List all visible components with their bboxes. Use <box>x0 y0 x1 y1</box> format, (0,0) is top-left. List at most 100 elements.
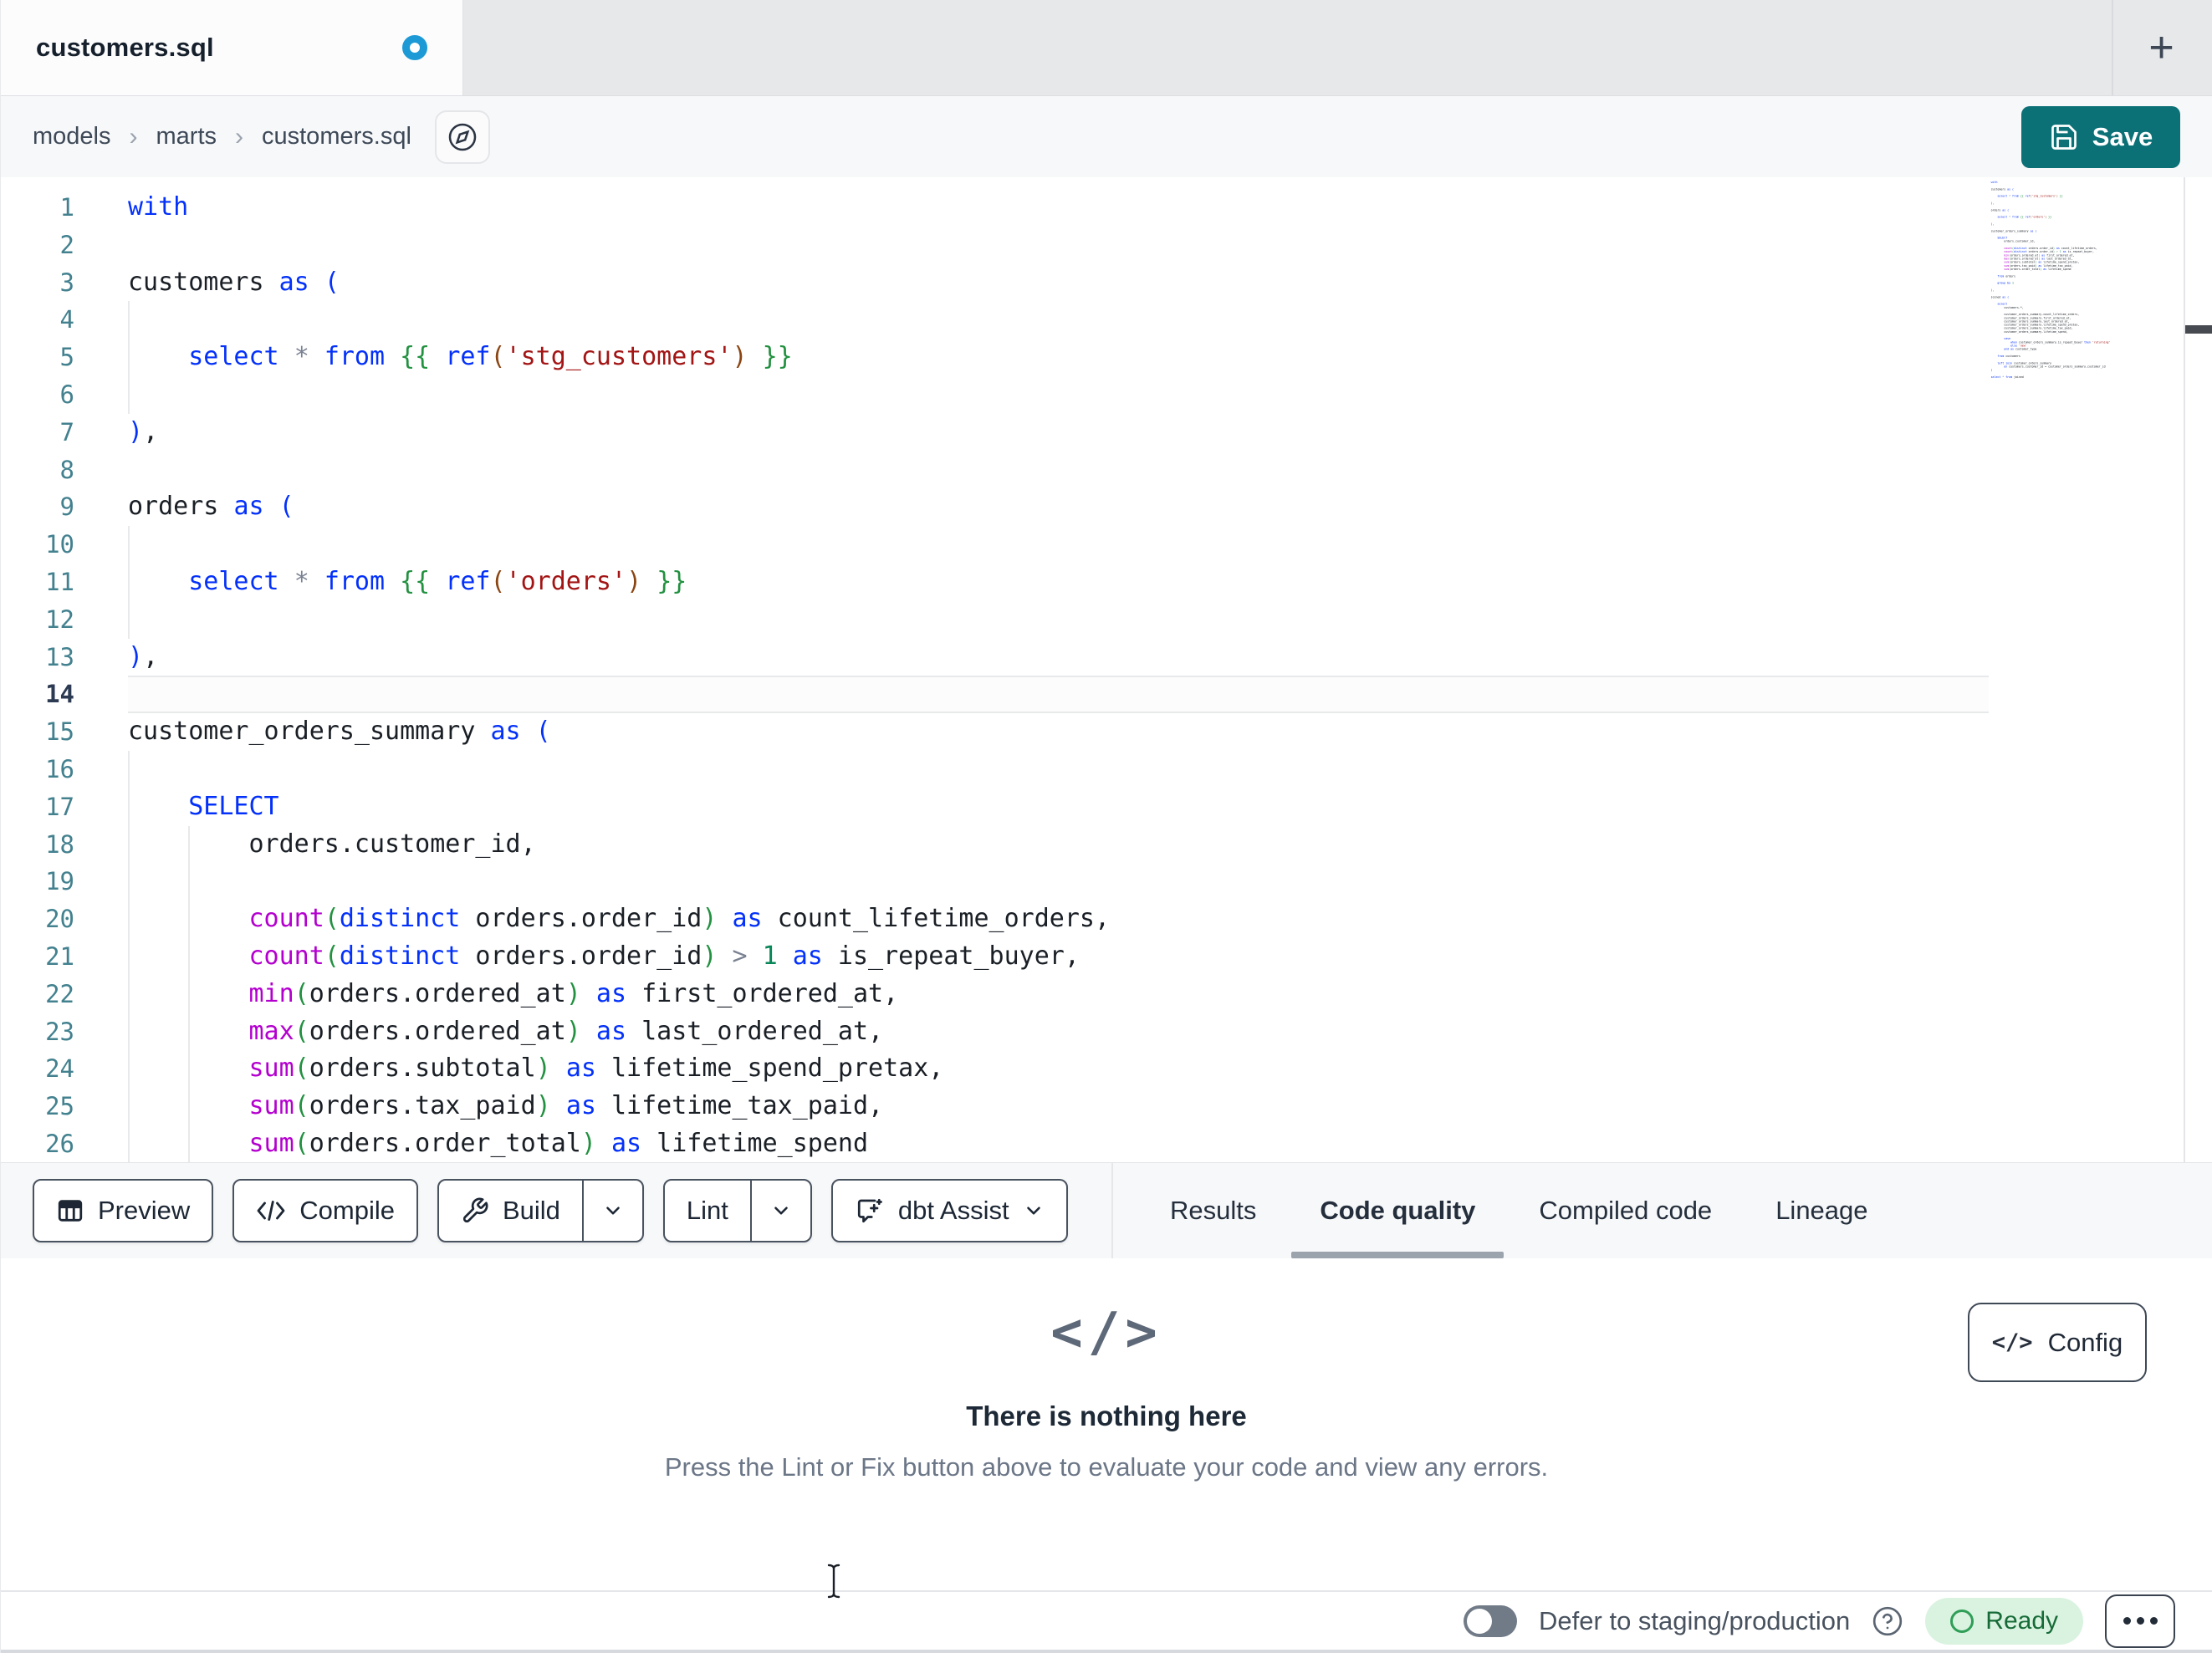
code-line[interactable]: count(distinct orders.order_id) as count… <box>128 900 1990 938</box>
indent-guide <box>128 526 130 564</box>
code-line[interactable]: with <box>128 189 1990 227</box>
indent-guide <box>188 1125 190 1162</box>
overflow-menu-button[interactable] <box>2105 1594 2175 1648</box>
indent-guide <box>188 1050 190 1089</box>
new-tab-button[interactable]: + <box>2111 26 2212 69</box>
tab-compiled-code[interactable]: Compiled code <box>1539 1163 1712 1258</box>
code-line[interactable]: customers as ( <box>128 264 1990 302</box>
code-line[interactable]: ), <box>128 414 1990 452</box>
code-line[interactable]: max(orders.ordered_at) as last_ordered_a… <box>128 1013 1990 1051</box>
breadcrumb-item-models[interactable]: models <box>33 123 111 151</box>
code-line[interactable]: count(distinct orders.order_id) > 1 as i… <box>128 937 1990 976</box>
code-lines[interactable]: with customers as ( select * from {{ ref(… <box>128 189 1990 1162</box>
indent-guide <box>128 975 130 1013</box>
preview-button[interactable]: Preview <box>33 1179 214 1242</box>
status-circle-icon <box>1950 1609 1974 1633</box>
lint-button[interactable]: Lint <box>662 1179 812 1242</box>
code-line[interactable] <box>128 227 1990 264</box>
indent-guide <box>128 788 130 826</box>
breadcrumb-separator: › <box>129 122 138 151</box>
save-button[interactable]: Save <box>2021 105 2180 168</box>
breadcrumb-bar: models › marts › customers.sql Save <box>1 96 2212 177</box>
indent-guide <box>128 1088 130 1125</box>
code-line[interactable]: sum(orders.order_total) as lifetime_spen… <box>128 1125 1990 1162</box>
docs-compass-button[interactable] <box>434 110 490 164</box>
text-cursor-pointer <box>825 1564 843 1603</box>
config-button[interactable]: </> Config <box>1968 1303 2147 1382</box>
code-line[interactable]: sum(orders.tax_paid) as lifetime_tax_pai… <box>128 1088 1990 1125</box>
action-bar: Preview Compile Build Lint dbt Assist Re… <box>1 1162 2212 1258</box>
code-line[interactable]: select * from {{ ref('stg_customers') }} <box>128 339 1990 376</box>
editor-scrollbar-thumb[interactable] <box>2185 325 2212 334</box>
indent-guide <box>188 1013 190 1051</box>
minimap[interactable]: with customers as ( select * from {{ ref(… <box>1989 177 2184 1162</box>
defer-label: Defer to staging/production <box>1539 1605 1851 1635</box>
indent-guide <box>188 1088 190 1125</box>
dbt-assist-button[interactable]: dbt Assist <box>830 1179 1068 1242</box>
lint-dropdown-toggle[interactable] <box>749 1181 810 1241</box>
code-brackets-icon <box>257 1201 285 1221</box>
action-bar-divider <box>1111 1163 1113 1258</box>
indent-guide <box>128 750 130 788</box>
code-line[interactable]: min(orders.ordered_at) as first_ordered_… <box>128 975 1990 1013</box>
save-button-label: Save <box>2092 121 2153 151</box>
tab-results[interactable]: Results <box>1170 1163 1256 1258</box>
code-line[interactable] <box>128 375 1990 414</box>
unsaved-changes-dot-icon <box>402 35 427 60</box>
line-number: 8 <box>59 455 74 484</box>
line-number: 16 <box>45 754 74 783</box>
code-line[interactable] <box>128 452 1990 489</box>
code-line[interactable]: SELECT <box>128 788 1990 826</box>
build-button[interactable]: Build <box>437 1179 644 1242</box>
line-number: 15 <box>45 717 74 747</box>
line-number: 24 <box>45 1054 74 1084</box>
line-number: 7 <box>59 417 74 446</box>
tab-code-quality[interactable]: Code quality <box>1291 1163 1504 1258</box>
defer-toggle[interactable] <box>1464 1605 1518 1637</box>
code-line[interactable]: select * from {{ ref('orders') }} <box>128 563 1990 601</box>
code-line[interactable]: orders as ( <box>128 488 1990 526</box>
preview-button-label: Preview <box>98 1196 191 1225</box>
dot-icon <box>2149 1617 2158 1625</box>
code-line[interactable] <box>128 301 1990 339</box>
chevron-down-icon <box>1026 1207 1040 1215</box>
dbt-ide-window: customers.sql + models › marts › custome… <box>0 0 2212 1653</box>
line-number: 12 <box>45 605 74 634</box>
empty-state: </> There is nothing here Press the Lint… <box>1 1302 2212 1482</box>
save-floppy-icon <box>2051 124 2077 150</box>
code-line[interactable]: orders.customer_id, <box>128 825 1990 864</box>
indent-guide <box>128 863 130 901</box>
code-line[interactable] <box>128 526 1990 564</box>
compass-icon <box>448 123 477 151</box>
tab-lineage[interactable]: Lineage <box>1775 1163 1867 1258</box>
code-line[interactable]: ), <box>128 639 1990 676</box>
line-number: 21 <box>45 941 74 971</box>
empty-state-subtitle: Press the Lint or Fix button above to ev… <box>664 1452 1549 1482</box>
breadcrumb-item-file[interactable]: customers.sql <box>262 123 411 151</box>
indent-guide <box>128 825 130 864</box>
code-line[interactable] <box>128 863 1990 901</box>
code-line[interactable] <box>128 750 1990 788</box>
indent-guide <box>128 1125 130 1162</box>
code-line[interactable] <box>128 600 1990 639</box>
table-icon <box>58 1200 83 1222</box>
line-number: 10 <box>45 530 74 559</box>
code-line[interactable]: sum(orders.subtotal) as lifetime_spend_p… <box>128 1050 1990 1089</box>
code-icon: </> <box>1050 1302 1162 1364</box>
code-line[interactable] <box>128 676 1990 714</box>
breadcrumb-item-marts[interactable]: marts <box>156 123 217 151</box>
line-number: 1 <box>59 193 74 222</box>
compile-button[interactable]: Compile <box>232 1179 418 1242</box>
line-number: 11 <box>45 567 74 596</box>
code-line[interactable]: customer_orders_summary as ( <box>128 713 1990 751</box>
editor-scrollbar[interactable] <box>2184 177 2212 1162</box>
ready-status-label: Ready <box>1985 1606 2058 1635</box>
help-icon[interactable] <box>1872 1605 1903 1637</box>
file-tab-customers-sql[interactable]: customers.sql <box>1 0 463 95</box>
toggle-knob <box>1467 1608 1493 1634</box>
indent-guide <box>128 900 130 938</box>
ready-status-badge[interactable]: Ready <box>1925 1597 2083 1645</box>
build-dropdown-toggle[interactable] <box>581 1181 642 1241</box>
code-editor[interactable]: 1 2 3 4 5 6 7 8 9 10 11 12 13 14 15 16 17 18 19 20 21 22 23 24 2… <box>1 177 2212 1162</box>
file-tab-title: customers.sql <box>36 33 214 62</box>
